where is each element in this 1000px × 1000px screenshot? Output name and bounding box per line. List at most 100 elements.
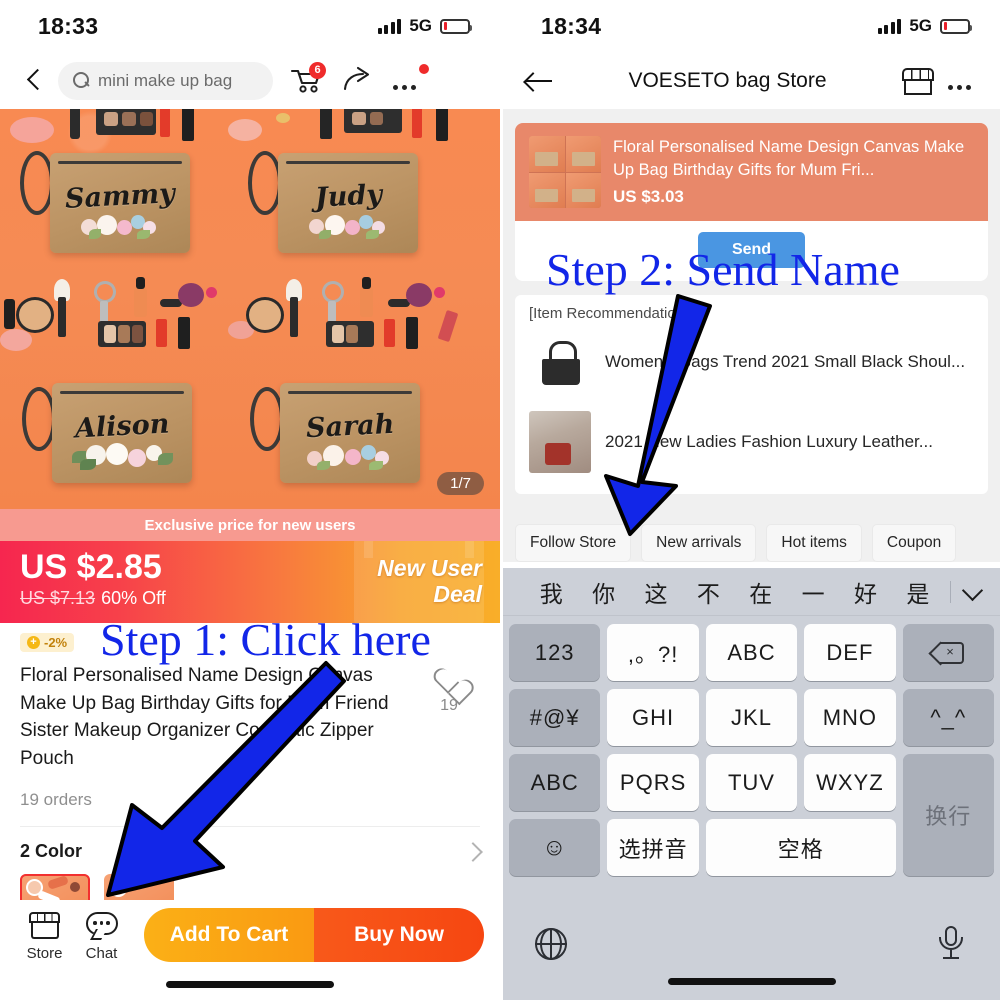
product-detail-panel: 18:33 5G mini make up bag 6 Sammy Judy A…	[0, 0, 500, 1000]
shared-product-price: US $3.03	[613, 186, 684, 206]
chinese-keyboard: 我 你 这 不 在 一 好 是 123 ,。?! ABC DEF × #@¥ G…	[503, 568, 1000, 1000]
battery-icon	[940, 18, 972, 34]
share-arrow-icon	[343, 66, 370, 90]
globe-icon[interactable]	[535, 927, 567, 961]
product-pouch-3: Alison	[52, 383, 192, 483]
pouch-name-4: Sarah	[305, 408, 395, 444]
recommendation-title: Women's Bags Trend 2021 Small Black Shou…	[605, 352, 966, 372]
key-abc[interactable]: ABC	[705, 624, 798, 681]
key-tuv[interactable]: TUV	[705, 754, 798, 811]
suggestion-6[interactable]: 好	[839, 575, 891, 609]
suggestion-5[interactable]: 一	[787, 575, 839, 609]
key-symbols[interactable]: #@¥	[509, 689, 601, 746]
suggestion-3[interactable]: 不	[682, 575, 734, 609]
pouch-name-2: Judy	[313, 178, 383, 214]
send-button[interactable]: Send	[697, 232, 806, 268]
chip-follow-store[interactable]: Follow Store	[515, 524, 632, 562]
product-info: -2% Floral Personalised Name Design Canv…	[0, 623, 500, 828]
store-button[interactable]: Store	[16, 909, 73, 962]
network-type-label: 5G	[909, 16, 932, 35]
home-indicator-right	[667, 978, 836, 985]
key-wxyz[interactable]: WXYZ	[804, 754, 896, 811]
search-header: mini make up bag 6	[0, 52, 500, 109]
chip-coupon[interactable]: Coupon	[871, 524, 957, 562]
chip-new-arrivals[interactable]: New arrivals	[641, 524, 757, 562]
chip-hot-items[interactable]: Hot items	[766, 524, 862, 562]
exclusive-price-text: Exclusive price for new users	[144, 516, 356, 534]
exclusive-price-banner: Exclusive price for new users	[0, 509, 500, 541]
key-abc-mode[interactable]: ABC	[509, 754, 601, 811]
product-pouch-4: Sarah	[280, 383, 420, 483]
key-backspace[interactable]: ×	[902, 624, 994, 681]
key-def[interactable]: DEF	[804, 624, 896, 681]
key-kaomoji[interactable]: ^_^	[902, 689, 994, 746]
buy-now-button[interactable]: Buy Now	[314, 908, 484, 962]
back-arrow-icon[interactable]	[525, 69, 555, 93]
chat-button[interactable]: Chat	[73, 909, 130, 962]
quick-reply-chips: Follow Store New arrivals Hot items Coup…	[503, 514, 1000, 562]
key-emoji[interactable]: ☺	[509, 819, 601, 876]
section-divider	[20, 826, 480, 828]
search-icon	[73, 72, 90, 89]
shared-product-card[interactable]: Floral Personalised Name Design Canvas M…	[515, 123, 988, 221]
product-gallery[interactable]: Sammy Judy Alison Sarah 1/7	[0, 109, 500, 509]
key-space[interactable]: 空格	[705, 819, 896, 876]
pouch-strap	[248, 151, 282, 215]
chat-icon-wrap	[73, 909, 130, 943]
chat-more-button[interactable]	[948, 66, 978, 96]
orders-count: 19 orders	[20, 790, 92, 810]
key-grid: 123 ,。?! ABC DEF × #@¥ GHI JKL MNO ^_^ A…	[503, 616, 1000, 876]
gallery-counter: 1/7	[437, 472, 484, 495]
store-label: Store	[26, 944, 63, 962]
keyboard-bottom-bar	[503, 914, 1000, 1000]
status-time: 18:33	[38, 12, 99, 39]
color-count-label: 2 Color	[20, 841, 83, 862]
suggestion-1[interactable]: 你	[577, 575, 629, 609]
chat-label: Chat	[85, 944, 118, 962]
add-to-cart-button[interactable]: Add To Cart	[144, 908, 314, 962]
suggestion-0[interactable]: 我	[525, 575, 577, 609]
discount-percent: 60% Off	[101, 588, 166, 609]
product-title: Floral Personalised Name Design Canvas M…	[20, 665, 389, 769]
back-chevron-icon[interactable]	[22, 68, 48, 94]
cart-button[interactable]: 6	[289, 61, 326, 96]
storefront-icon	[29, 912, 60, 939]
chevron-right-icon[interactable]	[463, 841, 483, 862]
favorite-button[interactable]: 19	[418, 662, 480, 715]
list-item[interactable]: 2021 New Ladies Fashion Luxury Leather..…	[529, 402, 974, 482]
coin-discount-text: -2%	[44, 635, 68, 650]
chat-message-area: Floral Personalised Name Design Canvas M…	[503, 109, 1000, 514]
status-indicators: 5G	[377, 16, 472, 36]
pouch-strap	[20, 151, 54, 215]
coin-icon	[27, 636, 40, 649]
more-options-button[interactable]	[393, 63, 429, 96]
suggestion-7[interactable]: 是	[892, 575, 944, 609]
key-ghi[interactable]: GHI	[607, 689, 699, 746]
home-indicator-left	[166, 981, 334, 988]
search-input[interactable]: mini make up bag	[58, 61, 273, 100]
signal-strength-icon	[877, 18, 902, 34]
send-row: Send	[515, 221, 988, 281]
microphone-icon[interactable]	[938, 926, 964, 962]
more-dots-icon	[948, 66, 978, 96]
key-select-pinyin[interactable]: 选拼音	[607, 819, 699, 876]
battery-icon	[440, 18, 472, 34]
key-punctuation[interactable]: ,。?!	[607, 624, 699, 681]
share-button[interactable]	[341, 66, 375, 96]
key-pqrs[interactable]: PQRS	[607, 754, 699, 811]
product-pouch-2: Judy	[278, 153, 418, 253]
product-pouch-1: Sammy	[50, 153, 190, 253]
storefront-icon[interactable]	[900, 66, 936, 96]
suggestion-4[interactable]: 在	[735, 575, 787, 609]
chevron-down-icon[interactable]	[963, 582, 982, 601]
key-newline[interactable]: 换行	[902, 754, 994, 876]
list-item[interactable]: Women's Bags Trend 2021 Small Black Shou…	[529, 322, 974, 402]
key-jkl[interactable]: JKL	[705, 689, 798, 746]
pouch-strap	[250, 387, 284, 451]
color-header[interactable]: 2 Color	[20, 841, 483, 862]
more-notification-dot	[419, 63, 429, 74]
key-mno[interactable]: MNO	[804, 689, 896, 746]
suggestion-2[interactable]: 这	[630, 575, 682, 609]
key-123[interactable]: 123	[509, 624, 601, 681]
chat-store-title: VOESETO bag Store	[628, 68, 827, 92]
